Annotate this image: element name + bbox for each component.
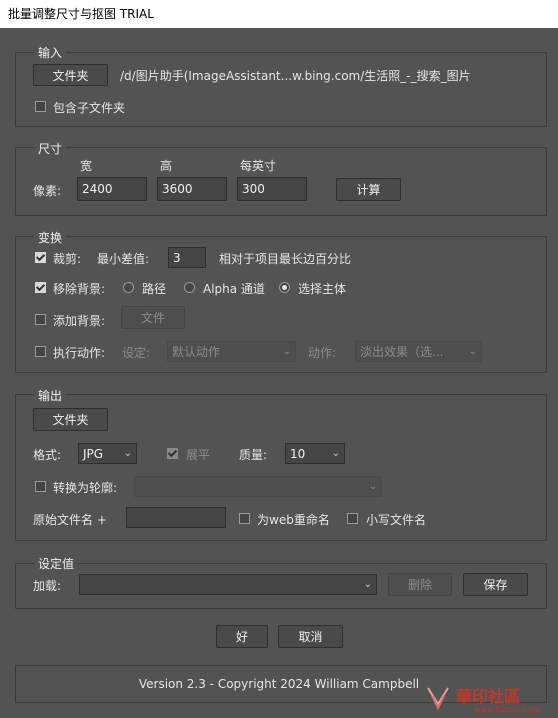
chevron-down-icon: ⌄ [468,346,477,357]
include-subfolders-label: 包含子文件夹 [53,101,126,115]
window-title: 批量调整尺寸与抠图 TRIAL [8,7,154,21]
add-bg-label: 添加背景: [53,314,106,328]
size-group-legend: 尺寸 [34,140,67,157]
radio-path-label: 路径 [142,282,167,296]
radio-alpha-label: Alpha 通道 [203,282,265,296]
convert-profile-label: 转换为轮廓: [53,481,118,495]
settings-group-legend: 设定值 [34,555,79,572]
web-rename-label: 为web重命名 [257,513,330,527]
run-action-label: 执行动作: [53,346,106,360]
cancel-button[interactable]: 取消 [278,625,343,648]
height-input[interactable]: 3600 [157,177,227,201]
calculate-button[interactable]: 计算 [336,178,401,201]
include-subfolders-checkbox[interactable] [35,101,46,112]
width-header: 宽 [80,159,93,173]
load-label: 加载: [33,579,62,593]
watermark-url: www.52cnp.com [474,705,540,714]
remove-bg-label: 移除背景: [53,282,106,296]
min-diff-input[interactable]: 3 [168,247,206,268]
save-preset-button[interactable]: 保存 [463,573,528,596]
chevron-down-icon: ⌄ [331,448,340,459]
watermark-logo-icon: 華印社區 www.52cnp.com [427,687,540,714]
format-label: 格式: [33,448,62,462]
flatten-checkbox[interactable] [167,448,178,459]
radio-select-subject[interactable] [279,282,290,293]
preset-select[interactable]: ⌄ [79,574,377,595]
delete-preset-button[interactable]: 删除 [388,573,452,596]
action-set-label: 设定: [122,346,151,360]
chevron-down-icon: ⌄ [363,579,372,590]
crop-label: 裁剪: [53,252,82,266]
window-title-bar: 批量调整尺寸与抠图 TRIAL [0,0,558,28]
quality-select[interactable]: 10 ⌄ [285,443,345,464]
output-group-legend: 输出 [34,387,67,404]
input-group-legend: 输入 [34,44,67,61]
ppi-input[interactable]: 300 [237,177,307,201]
action-set-select[interactable]: 默认动作 ⌄ [167,341,296,362]
action-set-value: 默认动作 [172,345,221,359]
radio-alpha[interactable] [184,282,195,293]
crop-hint: 相对于项目最长边百分比 [219,252,352,266]
quality-value: 10 [290,446,306,461]
flatten-label: 展平 [186,448,211,462]
pixels-label: 像素: [33,184,62,198]
add-bg-checkbox[interactable] [35,314,46,325]
chevron-down-icon: ⌄ [368,481,377,492]
web-rename-checkbox[interactable] [239,513,250,524]
input-path: /d/图片助手(ImageAssistant...w.bing.com/生活照_… [120,69,471,83]
ppi-header: 每英寸 [240,159,277,173]
action-value: 淡出效果（选... [360,345,444,359]
chevron-down-icon: ⌄ [123,448,132,459]
output-folder-button[interactable]: 文件夹 [33,408,108,431]
quality-label: 质量: [239,448,268,462]
format-value: JPG [83,446,104,461]
watermark-text: 華印社區 [456,687,520,706]
ok-button[interactable]: 好 [216,625,268,648]
min-diff-label: 最小差值: [97,252,150,266]
format-select[interactable]: JPG ⌄ [78,443,137,464]
lowercase-label: 小写文件名 [366,513,427,527]
input-folder-button[interactable]: 文件夹 [33,64,108,86]
width-input[interactable]: 2400 [77,177,147,201]
height-header: 高 [160,159,173,173]
crop-checkbox[interactable] [35,252,46,263]
action-label: 动作: [308,346,337,360]
radio-path[interactable] [123,282,134,293]
radio-select-subject-label: 选择主体 [298,282,347,296]
lowercase-checkbox[interactable] [347,513,358,524]
profile-select[interactable]: ⌄ [134,476,382,497]
convert-profile-checkbox[interactable] [35,481,46,492]
transform-group-legend: 变换 [34,229,67,246]
site-watermark: 華印社區 www.52cnp.com [422,682,550,714]
original-filename-label: 原始文件名 + [33,513,107,527]
chevron-down-icon: ⌄ [282,346,291,357]
filename-suffix-input[interactable] [126,507,226,528]
action-select[interactable]: 淡出效果（选... ⌄ [355,341,482,362]
remove-bg-checkbox[interactable] [35,282,46,293]
run-action-checkbox[interactable] [35,346,46,357]
add-bg-file-button[interactable]: 文件 [121,306,185,329]
